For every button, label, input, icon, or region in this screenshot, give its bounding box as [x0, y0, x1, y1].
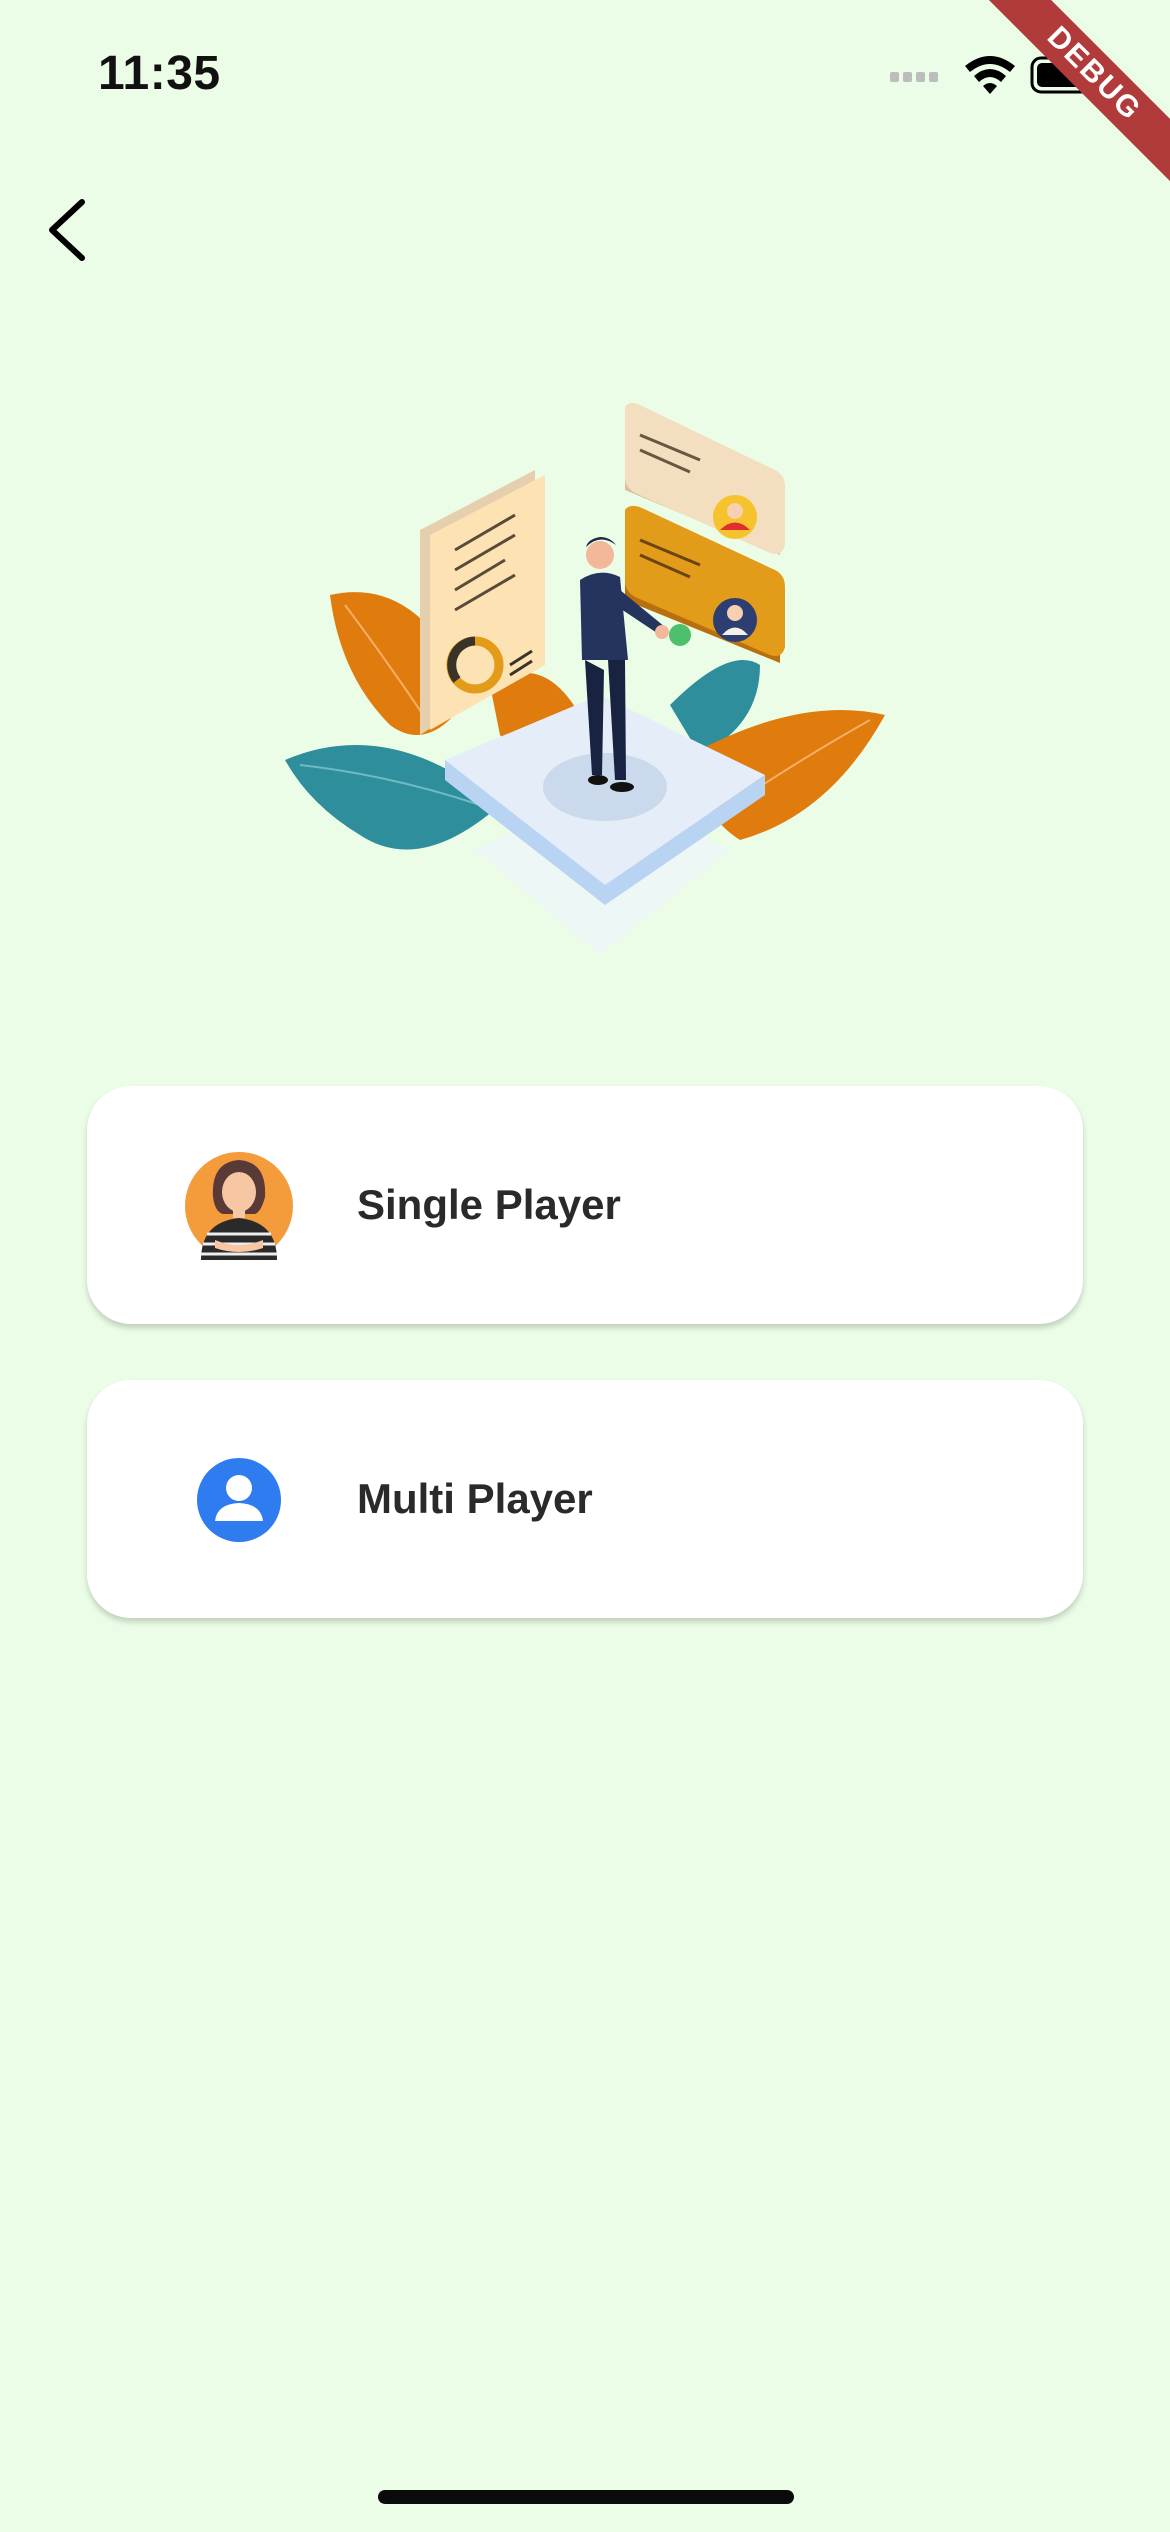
signal-icon [890, 72, 938, 82]
home-indicator[interactable] [378, 2490, 794, 2504]
back-button[interactable] [30, 180, 130, 280]
user-icon [197, 1458, 281, 1542]
multi-player-label: Multi Player [357, 1475, 593, 1522]
status-time: 11:35 [98, 47, 221, 100]
chevron-left-icon [49, 199, 85, 261]
woman-avatar-icon [185, 1152, 293, 1260]
multi-player-button[interactable]: Multi Player [87, 1380, 1083, 1618]
single-player-button[interactable]: Single Player [87, 1086, 1083, 1324]
businessman-dashboard-illustration [285, 402, 885, 955]
single-player-label: Single Player [357, 1181, 621, 1228]
debug-ribbon-label: DEBUG [979, 0, 1170, 189]
debug-banner: DEBUG [970, 0, 1170, 200]
